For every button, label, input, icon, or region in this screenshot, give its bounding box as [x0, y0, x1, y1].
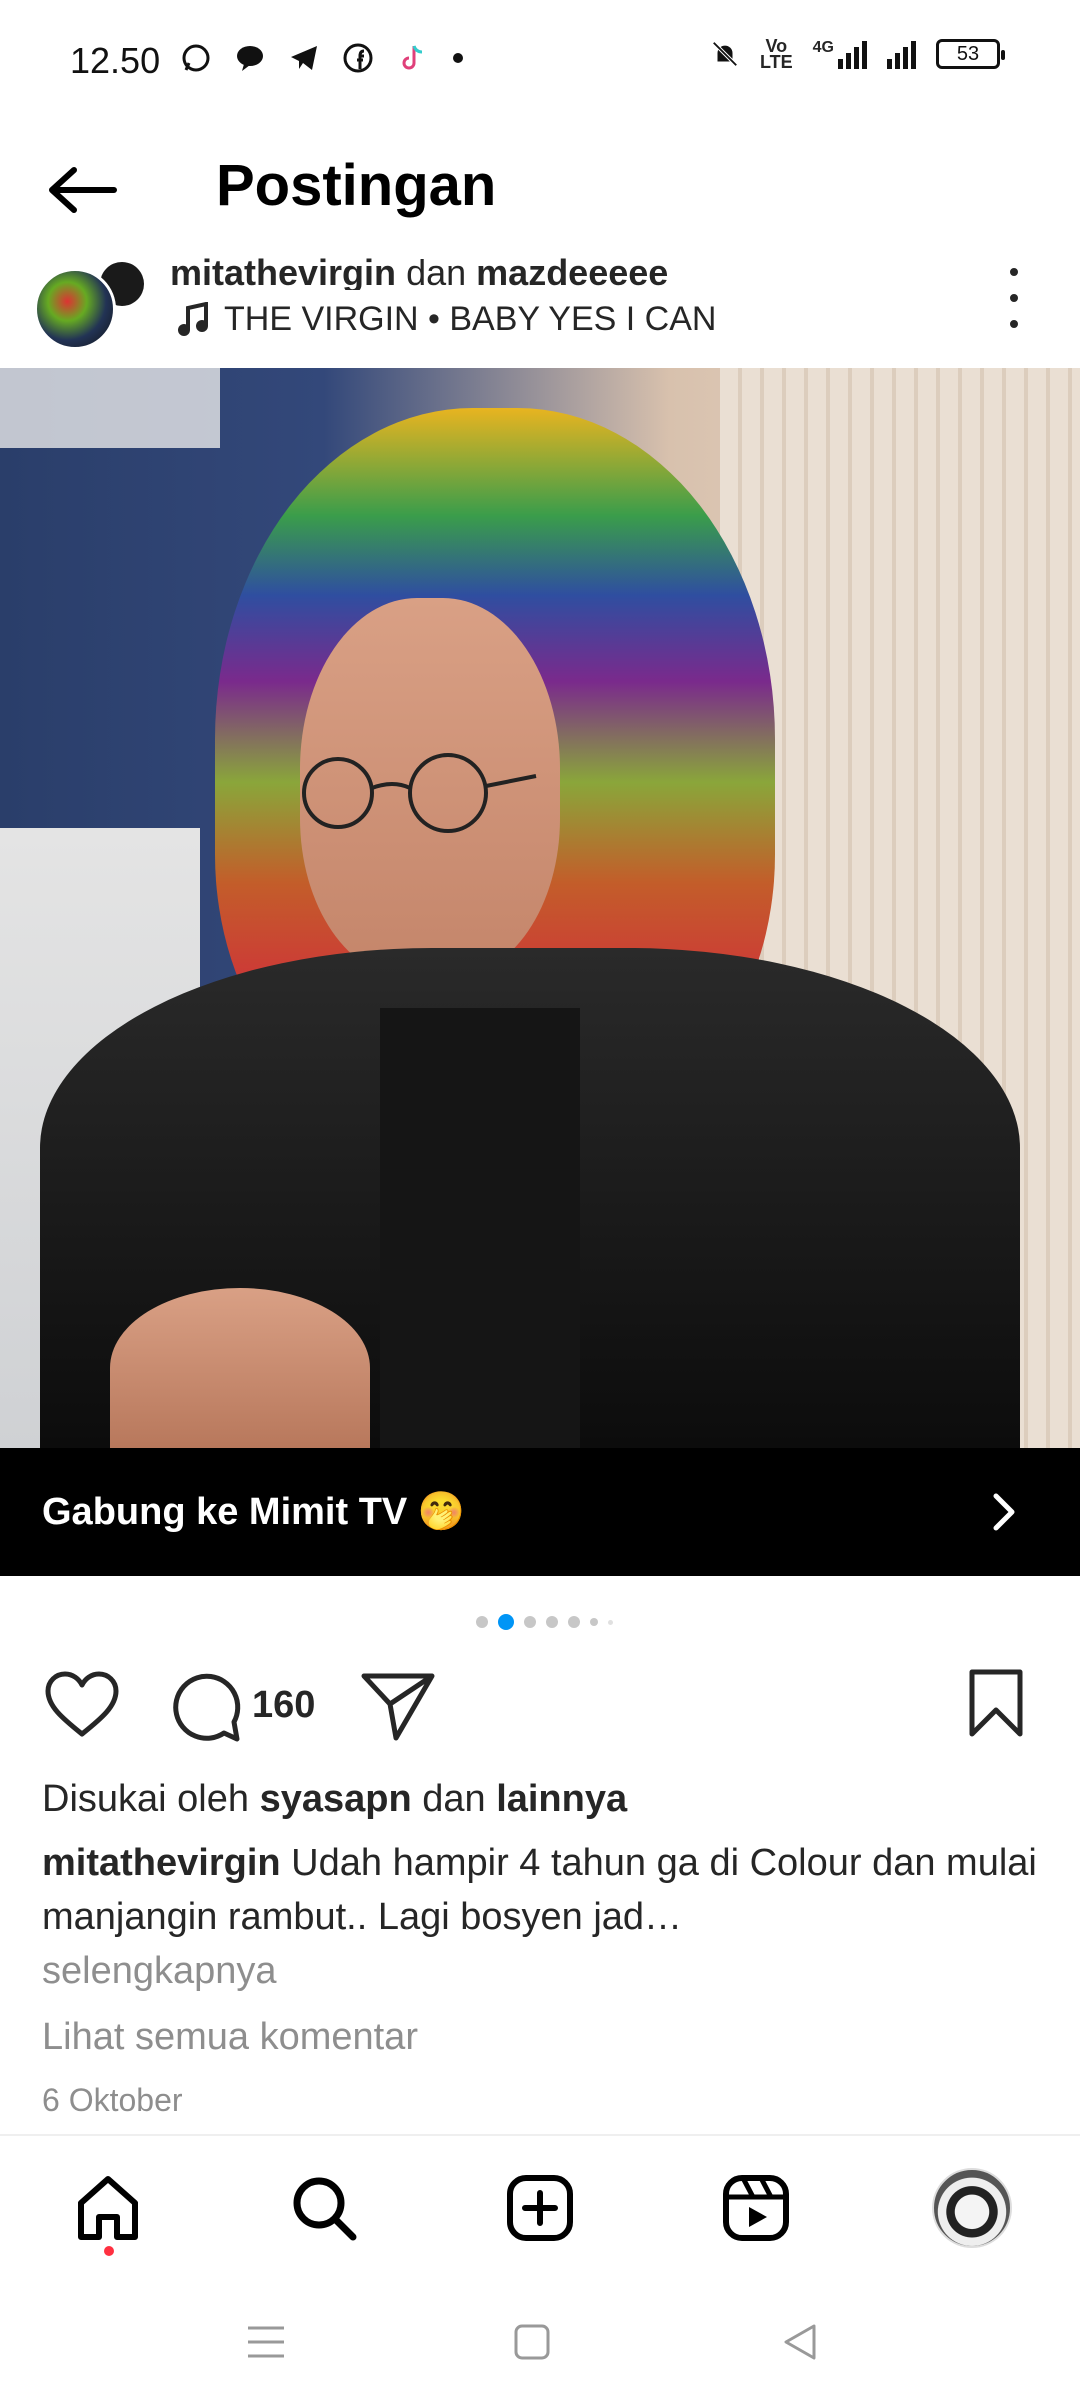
post-image[interactable] [0, 368, 1080, 1448]
comment-bubble-icon[interactable] [168, 1670, 242, 1744]
more-notifications-dot [453, 53, 463, 63]
likes-summary[interactable]: Disukai oleh syasapn dan lainnya [42, 1778, 627, 1821]
bookmark-icon[interactable] [966, 1668, 1026, 1738]
photo-glasses [302, 753, 537, 833]
post-caption: mitathevirgin Udah hampir 4 tahun ga di … [42, 1836, 1042, 1944]
more-dot-3 [1010, 320, 1018, 328]
likes-user[interactable]: syasapn [260, 1778, 412, 1820]
system-home-button[interactable] [502, 2312, 562, 2372]
nav-reels[interactable] [716, 2168, 796, 2248]
carousel-dot [608, 1619, 613, 1625]
likes-prefix: Disukai oleh [42, 1778, 249, 1820]
share-send-icon[interactable] [360, 1670, 436, 1742]
carousel-dot [590, 1618, 598, 1626]
nav-home[interactable] [68, 2168, 148, 2248]
battery-indicator: 53 [936, 39, 1005, 69]
square-home-icon [514, 2324, 550, 2360]
signal-bars-2-icon [887, 39, 916, 69]
facebook-icon [343, 43, 373, 73]
nav-search[interactable] [284, 2168, 364, 2248]
like-heart-icon[interactable] [44, 1670, 120, 1740]
signal-4g: 4G [813, 39, 867, 69]
author-avatar-image [34, 268, 116, 350]
photo-background-frame [0, 368, 220, 448]
username-secondary[interactable]: mazdeeeee [476, 252, 668, 290]
carousel-dot [524, 1616, 536, 1628]
profile-avatar [932, 2168, 1012, 2248]
reels-icon [723, 2175, 789, 2241]
status-right-group: Vo LTE 4G 53 [710, 37, 1005, 72]
status-app-icons [180, 42, 466, 74]
back-button[interactable] [42, 150, 122, 230]
telegram-icon [291, 46, 317, 70]
music-note-icon [178, 301, 208, 336]
comment-count[interactable]: 160 [252, 1684, 315, 1727]
music-attribution[interactable]: THE VIRGIN • BABY YES I CAN [178, 300, 716, 339]
username-connector: dan [406, 252, 467, 290]
post-date: 6 Oktober [42, 2082, 183, 2118]
more-dot-1 [1010, 268, 1018, 276]
photo-hand [110, 1288, 370, 1448]
menu-lines-icon [248, 2326, 284, 2358]
messages-icon [237, 46, 263, 71]
chevron-right-icon [993, 1493, 1015, 1531]
whatsapp-icon [182, 44, 210, 72]
username-primary[interactable]: mitathevirgin [170, 252, 396, 290]
tiktok-icon [402, 45, 423, 70]
caption-username[interactable]: mitathevirgin [42, 1842, 281, 1884]
view-all-comments-link[interactable]: Lihat semua komentar [42, 2016, 418, 2059]
home-icon [78, 2176, 138, 2240]
divider [0, 2134, 1080, 2136]
status-time: 12.50 [70, 40, 161, 81]
carousel-dot [476, 1616, 488, 1628]
system-recents-button[interactable] [236, 2312, 296, 2372]
signal-bars-icon [838, 39, 867, 69]
back-arrow-icon [49, 167, 117, 213]
post-usernames[interactable]: mitathevirgin dan mazdeeeee [170, 252, 668, 290]
carousel-dot [546, 1616, 558, 1628]
nav-create[interactable] [500, 2168, 580, 2248]
author-avatar[interactable] [34, 268, 116, 350]
likes-connector: dan [422, 1778, 486, 1820]
nav-profile[interactable] [932, 2168, 1012, 2248]
photo-shirt [380, 1008, 580, 1448]
more-options-button[interactable] [994, 268, 1034, 328]
triangle-back-icon [784, 2324, 816, 2360]
volte-line2: LTE [759, 52, 793, 72]
carousel-dot [568, 1616, 580, 1628]
mute-bell-icon [712, 41, 738, 67]
more-dot-2 [1010, 294, 1018, 302]
create-icon [507, 2175, 573, 2241]
status-bar: 12.50 Vo LTE 4G 53 [0, 0, 1080, 120]
search-icon [293, 2177, 357, 2241]
system-back-button[interactable] [770, 2312, 830, 2372]
carousel-dot-active [498, 1614, 514, 1630]
caption-more-link[interactable]: selengkapnya [42, 1950, 277, 1993]
home-notification-dot [104, 2246, 114, 2256]
channel-invite-label: Gabung ke Mimit TV 🤭 [42, 1491, 466, 1533]
likes-others[interactable]: lainnya [496, 1778, 627, 1820]
volte-indicator: Vo LTE [759, 37, 793, 72]
carousel-indicator [476, 1614, 613, 1630]
network-type: 4G [812, 39, 834, 56]
page-title: Postingan [216, 153, 497, 218]
music-title: THE VIRGIN • BABY YES I CAN [224, 300, 717, 338]
